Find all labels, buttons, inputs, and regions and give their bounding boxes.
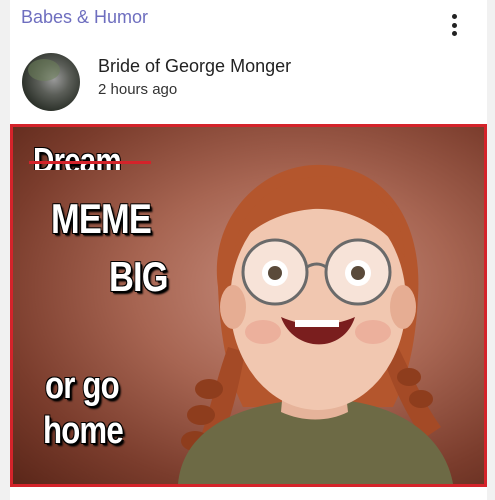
card-bottom xyxy=(10,487,487,500)
avatar[interactable] xyxy=(22,53,80,111)
post-timestamp[interactable]: 2 hours ago xyxy=(98,81,177,98)
more-options-icon[interactable] xyxy=(446,10,462,40)
group-name-link[interactable]: Babes & Humor xyxy=(21,7,148,28)
post-card: Babes & Humor Bride of George Monger 2 h… xyxy=(10,0,487,500)
meme-text-dream: Dream xyxy=(33,143,121,170)
meme-text-big: BIG xyxy=(109,253,169,300)
meme-text-home: home xyxy=(43,410,124,452)
dot xyxy=(451,31,457,36)
meme-image[interactable]: Dream MEME BIG or go home xyxy=(10,124,487,487)
author-name[interactable]: Bride of George Monger xyxy=(98,56,291,77)
dot xyxy=(451,22,457,28)
meme-text-or-go: or go xyxy=(45,365,120,407)
strikethrough-line xyxy=(29,161,151,164)
meme-text-meme: MEME xyxy=(51,195,152,242)
dot xyxy=(451,14,457,19)
